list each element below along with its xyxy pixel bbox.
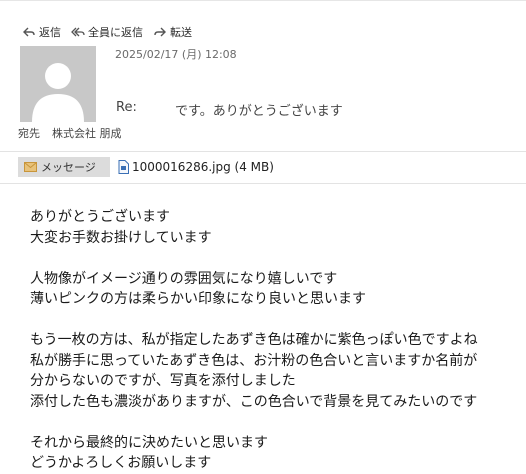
message-header: 返信 全員に返信 転送 2025/02/17 (月) 12:08 Re: です。… bbox=[0, 0, 526, 151]
person-silhouette-icon bbox=[32, 63, 84, 122]
avatar bbox=[20, 46, 96, 122]
reply-all-button[interactable]: 全員に返信 bbox=[71, 24, 143, 40]
body-line: どうかよろしくお願いします bbox=[30, 455, 212, 471]
body-line: 分からないのですが、写真を添付しました bbox=[30, 373, 296, 389]
forward-icon bbox=[154, 27, 166, 37]
to-label: 宛先 bbox=[18, 127, 40, 140]
reply-all-label: 全員に返信 bbox=[88, 26, 143, 39]
divider bbox=[0, 0, 526, 1]
body-line: 私が勝手に思っていたあずき色は、お汁粉の色合いと言いますか名前が bbox=[30, 352, 478, 369]
body-line: もう一枚の方は、私が指定したあずき色は確かに紫色っぽい色ですよね bbox=[30, 332, 478, 348]
body-line: 人物像がイメージ通りの雰囲気になり嬉しいです bbox=[30, 270, 338, 287]
reply-icon bbox=[23, 27, 35, 37]
reply-all-icon bbox=[71, 27, 85, 37]
action-toolbar: 返信 全員に返信 転送 bbox=[22, 24, 202, 40]
to-value[interactable]: 株式会社 朋成 bbox=[52, 125, 122, 141]
tab-message-label: メッセージ bbox=[41, 161, 96, 174]
body-line: 添付した色も濃淡がありますが、この色合いで背景を見てみたいのです bbox=[30, 393, 478, 410]
divider bbox=[0, 183, 526, 184]
tab-message[interactable]: メッセージ bbox=[18, 157, 110, 177]
body-line: 薄いピンクの方は柔らかい印象になり良いと思います bbox=[30, 291, 366, 307]
body-line: 大変お手数お掛けしています bbox=[30, 229, 212, 246]
recipient-row: 宛先 株式会社 朋成 bbox=[18, 125, 122, 141]
forward-button[interactable]: 転送 bbox=[153, 24, 192, 40]
divider bbox=[0, 151, 526, 152]
message-body: ありがとうございます 大変お手数お掛けしています 人物像がイメージ通りの雰囲気に… bbox=[30, 207, 522, 474]
body-line: ありがとうございます bbox=[30, 209, 170, 225]
attachment-bar: メッセージ 1000016286.jpg (4 MB) bbox=[18, 157, 274, 177]
message-date: 2025/02/17 (月) 12:08 bbox=[115, 48, 237, 61]
attachment-label: 1000016286.jpg (4 MB) bbox=[132, 160, 274, 174]
file-icon bbox=[118, 160, 129, 174]
attachment-item[interactable]: 1000016286.jpg (4 MB) bbox=[118, 160, 274, 174]
reply-label: 返信 bbox=[39, 26, 61, 39]
envelope-icon bbox=[24, 162, 37, 172]
subject-prefix: Re: bbox=[116, 100, 137, 115]
reply-button[interactable]: 返信 bbox=[22, 24, 61, 40]
forward-label: 転送 bbox=[170, 26, 192, 39]
subject-text: です。ありがとうございます bbox=[175, 104, 343, 119]
body-line: それから最終的に決めたいと思います bbox=[30, 434, 268, 451]
